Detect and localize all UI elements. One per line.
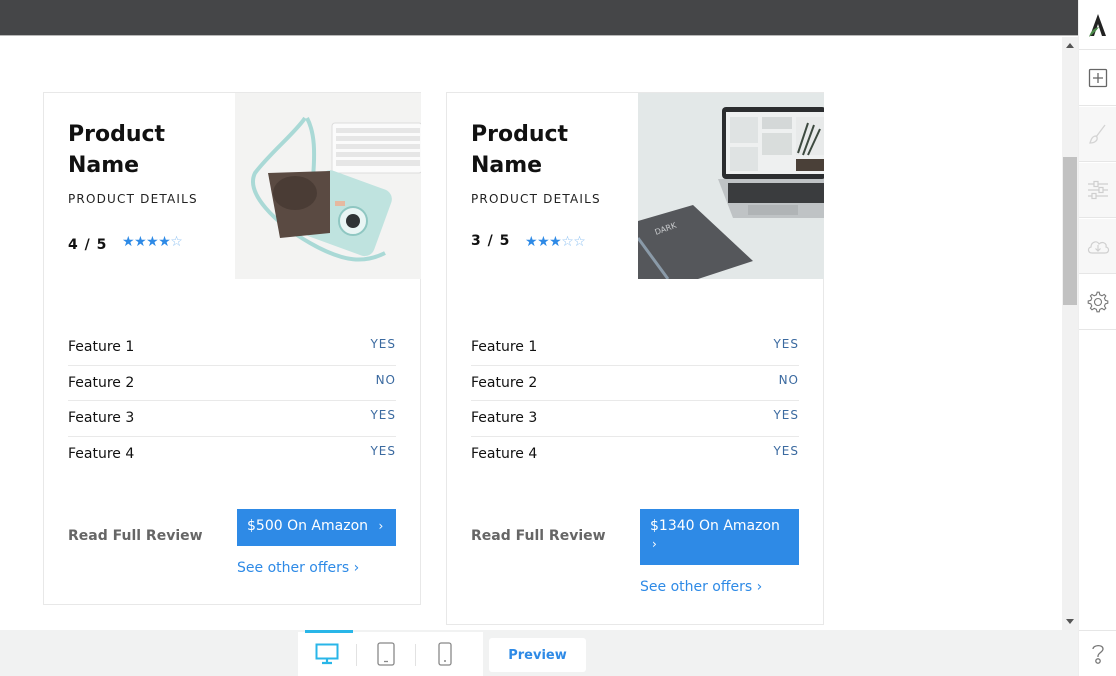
question-icon [1092,644,1104,664]
buy-button-label: $1340 On Amazon [650,518,780,534]
vertical-scrollbar[interactable] [1062,37,1078,630]
see-other-offers-link[interactable]: See other offers › [237,560,359,576]
star-filled-icon: ★ [146,234,159,250]
feature-value: NO [375,372,396,387]
star-empty-icon: ☆ [170,234,183,250]
feature-value: YES [370,337,396,352]
feature-name: Feature 2 [471,374,538,391]
preview-button[interactable]: Preview [489,638,586,672]
feature-value: YES [773,444,799,459]
feature-value: YES [773,337,799,352]
buy-button-label: $500 On Amazon [247,518,369,534]
tablet-icon [377,642,395,666]
product-title: Product Name [471,122,569,178]
product-image: DARK [638,93,824,279]
product-card: Product Name PRODUCT DETAILS 4 / 5 ★★★★☆ [43,92,421,605]
feature-row: Feature 3 YES [68,401,396,437]
feature-name: Feature 1 [68,339,135,356]
brush-icon [1089,124,1106,144]
product-image [235,93,421,279]
help-button[interactable] [1079,630,1116,676]
feature-row: Feature 2 NO [68,366,396,401]
style-button[interactable] [1079,107,1116,162]
feature-row: Feature 4 YES [68,437,396,473]
product-details: PRODUCT DETAILS [68,192,198,206]
rating-stars: ★★★☆☆ [525,234,586,250]
device-mobile-button[interactable] [416,632,474,676]
device-switcher [298,630,483,676]
bottom-toolbar: Preview [0,630,1078,676]
star-filled-icon: ★ [525,234,538,250]
right-sidebar [1078,0,1116,676]
scroll-up-arrow-icon[interactable] [1066,43,1074,48]
star-filled-icon: ★ [134,234,147,250]
mobile-icon [438,642,452,666]
feature-list: Feature 1 YES Feature 2 NO Feature 3 YES… [471,330,799,472]
read-full-review-link[interactable]: Read Full Review [68,528,203,544]
star-empty-icon: ☆ [561,234,574,250]
settings-button[interactable] [1079,275,1116,330]
feature-name: Feature 2 [68,374,135,391]
feature-row: Feature 2 NO [471,366,799,401]
feature-name: Feature 1 [471,339,538,356]
buy-on-amazon-button[interactable]: $500 On Amazon › [237,509,396,546]
sliders-icon [1088,180,1108,200]
feature-value: YES [370,444,396,459]
star-filled-icon: ★ [537,234,550,250]
device-tablet-button[interactable] [357,632,415,676]
feature-row: Feature 4 YES [471,437,799,473]
product-details: PRODUCT DETAILS [471,192,601,206]
download-button[interactable] [1079,219,1116,274]
feature-value: YES [773,408,799,423]
feature-name: Feature 3 [68,410,135,427]
rating-score: 4 / 5 [68,237,108,253]
desktop-icon [315,643,339,665]
brand-logo-icon [1079,0,1116,50]
top-bar [0,0,1078,36]
star-filled-icon: ★ [549,234,562,250]
gear-icon [1087,291,1109,313]
rating-score: 3 / 5 [471,233,511,249]
feature-name: Feature 4 [68,446,135,463]
star-empty-icon: ☆ [573,234,586,250]
scrollbar-thumb[interactable] [1063,157,1077,305]
star-filled-icon: ★ [122,234,135,250]
feature-name: Feature 4 [471,446,538,463]
chevron-right-icon: › [378,519,384,533]
feature-value: YES [370,408,396,423]
feature-value: NO [778,372,799,387]
add-element-button[interactable] [1079,51,1116,106]
buy-on-amazon-button[interactable]: $1340 On Amazon › [640,509,799,565]
feature-row: Feature 1 YES [68,330,396,366]
adjust-button[interactable] [1079,163,1116,218]
feature-list: Feature 1 YES Feature 2 NO Feature 3 YES… [68,330,396,472]
feature-row: Feature 1 YES [471,330,799,366]
chevron-right-icon: › [652,537,657,551]
read-full-review-link[interactable]: Read Full Review [471,528,606,544]
editor-canvas: Product Name PRODUCT DETAILS 4 / 5 ★★★★☆ [0,37,1062,630]
feature-row: Feature 3 YES [471,401,799,437]
star-filled-icon: ★ [158,234,171,250]
cloud-download-icon [1087,241,1110,254]
see-other-offers-link[interactable]: See other offers › [640,579,762,595]
device-desktop-button[interactable] [298,630,356,676]
product-title: Product Name [68,122,166,178]
plus-square-icon [1088,68,1108,88]
feature-name: Feature 3 [471,410,538,427]
scroll-down-arrow-icon[interactable] [1066,619,1074,624]
rating-stars: ★★★★☆ [122,234,183,250]
product-card: Product Name PRODUCT DETAILS 3 / 5 ★★★☆☆ [446,92,824,625]
